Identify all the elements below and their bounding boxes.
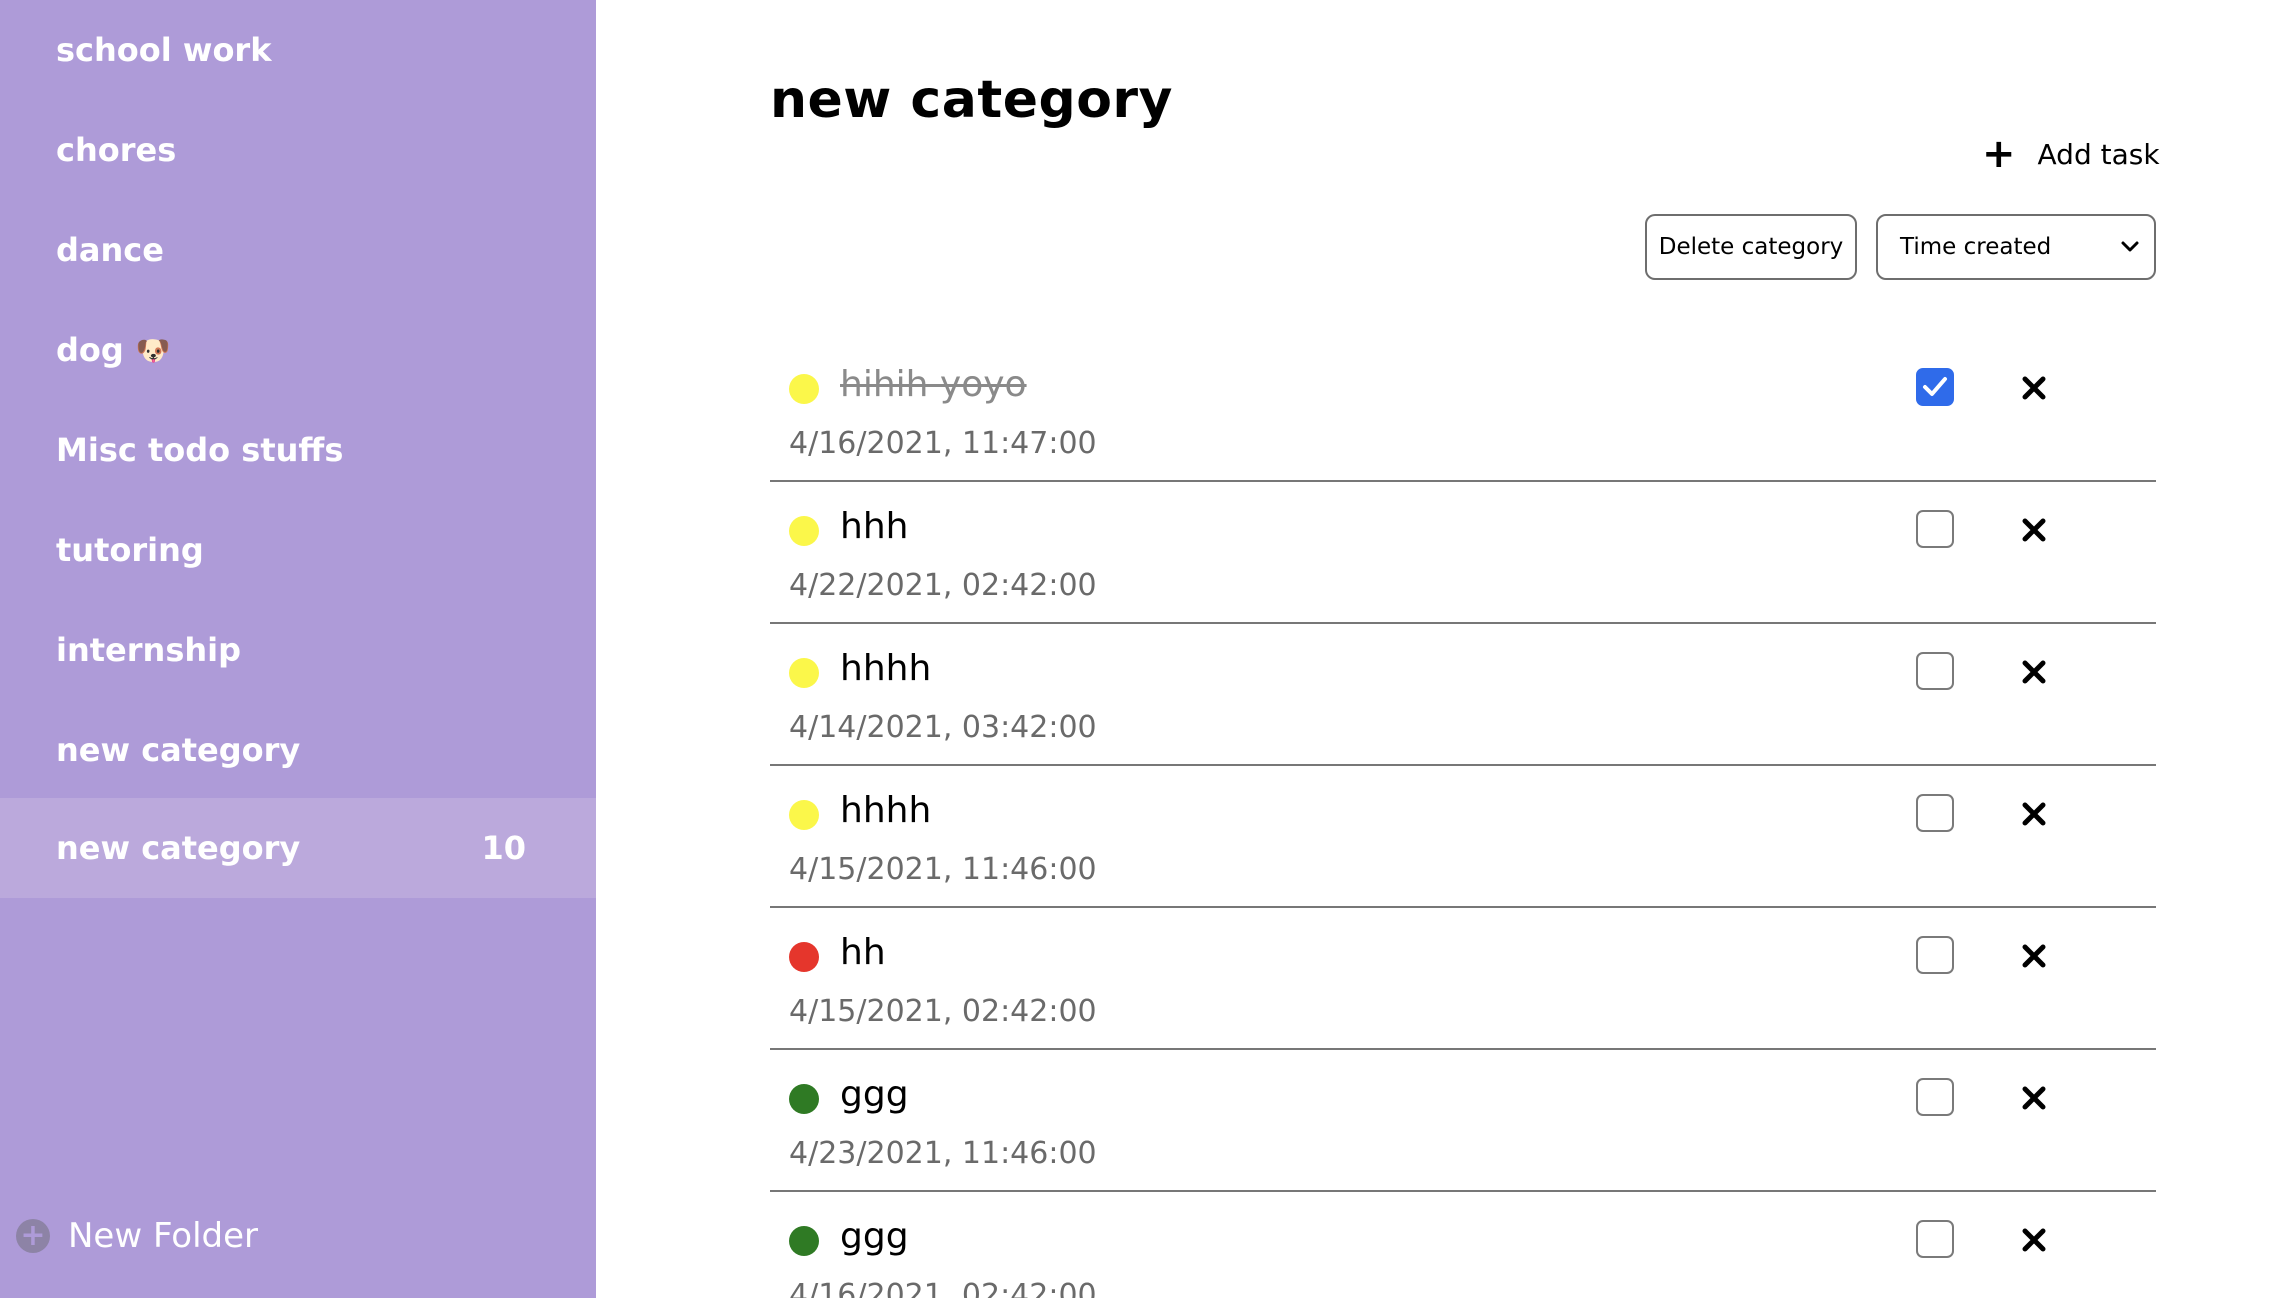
chevron-down-icon xyxy=(2121,241,2139,252)
add-task-button[interactable]: + Add task xyxy=(1982,134,2160,174)
sort-select-value: Time created xyxy=(1900,234,2052,260)
sidebar-item-dance[interactable]: dance xyxy=(0,200,596,300)
sidebar-item-tutoring[interactable]: tutoring xyxy=(0,500,596,600)
sidebar-item-label: chores xyxy=(56,131,177,169)
add-task-label: Add task xyxy=(2037,137,2160,171)
delete-task-icon[interactable] xyxy=(2018,656,2050,688)
sidebar-item-school-work[interactable]: school work xyxy=(0,0,596,100)
task-title: hhh xyxy=(840,506,909,547)
task-checkbox[interactable] xyxy=(1916,1220,1954,1258)
page-title: new category xyxy=(770,70,1173,130)
task-title: ggg xyxy=(840,1216,909,1257)
priority-dot xyxy=(789,658,819,688)
priority-dot xyxy=(789,800,819,830)
task-checkbox[interactable] xyxy=(1916,936,1954,974)
sidebar-item-label: dance xyxy=(56,231,164,269)
sidebar-item-label: new category xyxy=(56,731,301,769)
sidebar-item-new-category-active[interactable]: new category 10 xyxy=(0,798,596,898)
plus-circle-icon: + xyxy=(16,1219,50,1253)
task-date: 4/16/2021, 02:42:00 xyxy=(789,1278,1097,1298)
priority-dot xyxy=(789,516,819,546)
task-title: hh xyxy=(840,932,886,973)
task-date: 4/22/2021, 02:42:00 xyxy=(789,568,1097,603)
delete-task-icon[interactable] xyxy=(2018,1082,2050,1114)
task-count-badge: 10 xyxy=(481,829,526,867)
priority-dot xyxy=(789,1084,819,1114)
dog-emoji-icon: 🐶 xyxy=(135,333,171,367)
priority-dot xyxy=(789,374,819,404)
task-row: ggg 4/23/2021, 11:46:00 xyxy=(770,1050,2156,1192)
main-content: new category + Add task Delete category … xyxy=(596,0,2284,1298)
sidebar-item-chores[interactable]: chores xyxy=(0,100,596,200)
task-date: 4/15/2021, 02:42:00 xyxy=(789,994,1097,1029)
sidebar-item-new-category[interactable]: new category xyxy=(0,700,596,800)
checkmark-icon xyxy=(1923,377,1947,396)
sidebar-item-label: tutoring xyxy=(56,531,204,569)
new-folder-label: New Folder xyxy=(68,1216,259,1256)
sidebar-item-dog[interactable]: dog 🐶 xyxy=(0,300,596,400)
delete-task-icon[interactable] xyxy=(2018,514,2050,546)
delete-task-icon[interactable] xyxy=(2018,940,2050,972)
task-title: hihih yoyo xyxy=(840,364,1027,405)
sidebar-item-label: dog xyxy=(56,331,124,369)
task-row: ggg 4/16/2021, 02:42:00 xyxy=(770,1192,2156,1298)
delete-category-button[interactable]: Delete category xyxy=(1645,214,1857,280)
task-date: 4/23/2021, 11:46:00 xyxy=(789,1136,1097,1171)
task-title: hhhh xyxy=(840,790,932,831)
task-checkbox[interactable] xyxy=(1916,1078,1954,1116)
task-row: hhh 4/22/2021, 02:42:00 xyxy=(770,482,2156,624)
priority-dot xyxy=(789,942,819,972)
task-row: hihih yoyo 4/16/2021, 11:47:00 xyxy=(770,340,2156,482)
task-checkbox[interactable] xyxy=(1916,368,1954,406)
sidebar-item-label: school work xyxy=(56,31,272,69)
task-checkbox[interactable] xyxy=(1916,794,1954,832)
sidebar-item-internship[interactable]: internship xyxy=(0,600,596,700)
task-date: 4/15/2021, 11:46:00 xyxy=(789,852,1097,887)
new-folder-button[interactable]: + New Folder xyxy=(16,1216,258,1256)
plus-icon: + xyxy=(1982,131,2016,177)
task-title: ggg xyxy=(840,1074,909,1115)
task-title: hhhh xyxy=(840,648,932,689)
task-date: 4/16/2021, 11:47:00 xyxy=(789,426,1097,461)
delete-task-icon[interactable] xyxy=(2018,372,2050,404)
app: school work chores dance dog 🐶 Misc todo… xyxy=(0,0,2284,1298)
priority-dot xyxy=(789,1226,819,1256)
sidebar-item-label: Misc todo stuffs xyxy=(56,431,344,469)
task-row: hhhh 4/15/2021, 11:46:00 xyxy=(770,766,2156,908)
delete-task-icon[interactable] xyxy=(2018,798,2050,830)
sidebar-item-label: new category xyxy=(56,829,301,867)
sort-select[interactable]: Time created xyxy=(1876,214,2156,280)
sidebar-item-label: internship xyxy=(56,631,242,669)
delete-task-icon[interactable] xyxy=(2018,1224,2050,1256)
task-date: 4/14/2021, 03:42:00 xyxy=(789,710,1097,745)
task-row: hhhh 4/14/2021, 03:42:00 xyxy=(770,624,2156,766)
task-checkbox[interactable] xyxy=(1916,652,1954,690)
task-checkbox[interactable] xyxy=(1916,510,1954,548)
sidebar: school work chores dance dog 🐶 Misc todo… xyxy=(0,0,596,1298)
sidebar-item-misc-todo-stuffs[interactable]: Misc todo stuffs xyxy=(0,400,596,500)
task-row: hh 4/15/2021, 02:42:00 xyxy=(770,908,2156,1050)
